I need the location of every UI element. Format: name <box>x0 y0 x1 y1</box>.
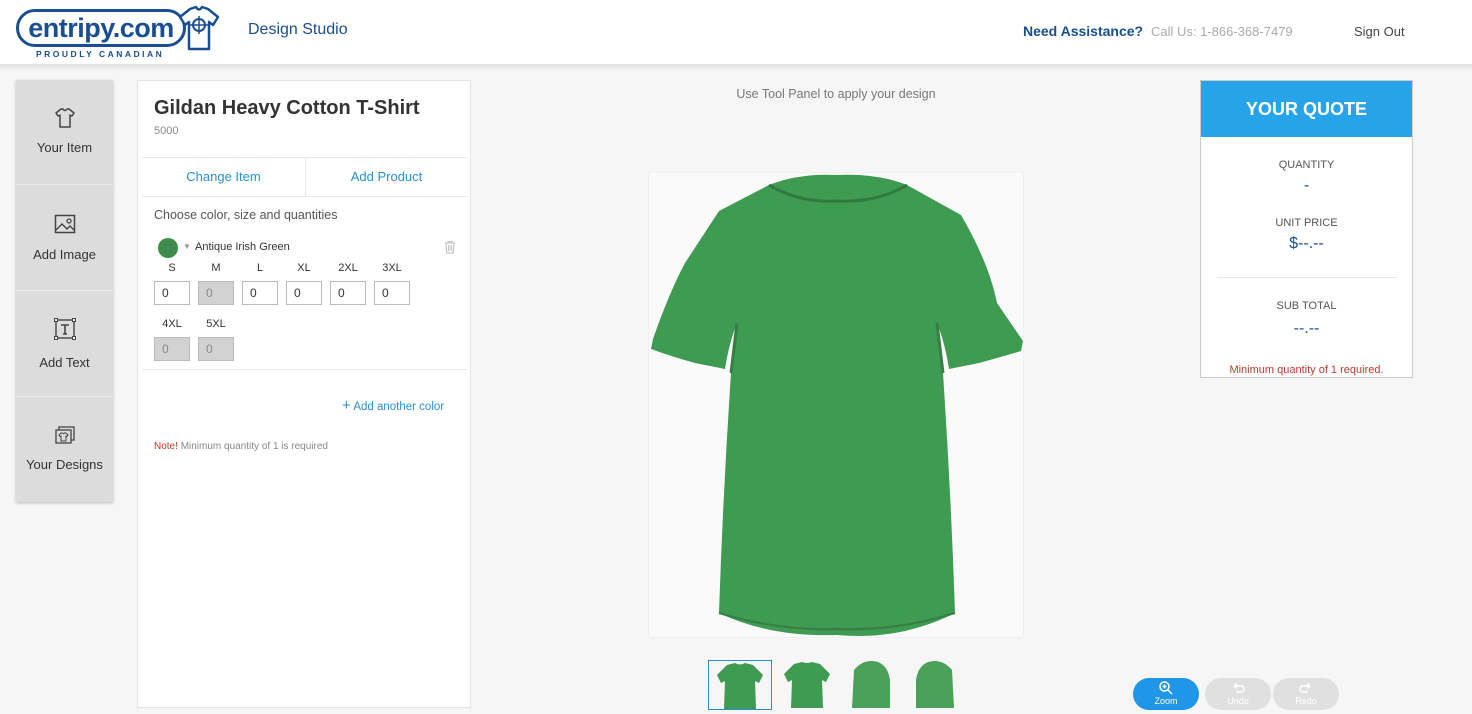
minimum-warning: Minimum quantity of 1 required. <box>1229 364 1384 376</box>
subtotal-label: SUB TOTAL <box>1276 300 1337 312</box>
text-icon <box>54 318 76 340</box>
tool-label: Add Image <box>33 247 96 262</box>
quantity-input-l[interactable]: 0 <box>242 281 278 305</box>
quote-divider <box>1217 277 1397 278</box>
add-another-color-link[interactable]: + Add another color <box>342 397 444 414</box>
logo-tagline: PROUDLY CANADIAN <box>36 49 165 59</box>
undo-button[interactable]: Undo <box>1205 678 1271 710</box>
quantity-input-4xl: 0 <box>154 337 190 361</box>
quote-panel: YOUR QUOTE QUANTITY - UNIT PRICE $--.-- … <box>1200 80 1413 378</box>
zoom-label: Zoom <box>1154 696 1178 706</box>
product-title: Gildan Heavy Cotton T-Shirt <box>154 97 420 119</box>
redo-icon <box>1299 683 1311 693</box>
tool-add-image[interactable]: Add Image <box>16 186 113 291</box>
thumbnail-right-sleeve[interactable] <box>904 660 968 710</box>
tool-your-item[interactable]: Your Item <box>16 80 113 185</box>
need-assistance-link[interactable]: Need Assistance? <box>1023 23 1143 39</box>
undo-label: Undo <box>1227 696 1249 706</box>
size-label: M <box>211 262 221 274</box>
quantity-input-s[interactable]: 0 <box>154 281 190 305</box>
product-code: 5000 <box>154 125 179 137</box>
zoom-icon <box>1159 681 1173 695</box>
quantity-input-5xl: 0 <box>198 337 234 361</box>
quantity-label: QUANTITY <box>1278 159 1335 171</box>
tool-your-designs[interactable]: Your Designs <box>16 397 113 502</box>
redo-button[interactable]: Redo <box>1273 678 1339 710</box>
quote-title: YOUR QUOTE <box>1201 81 1412 137</box>
trash-icon[interactable] <box>444 240 456 254</box>
plus-icon: + <box>342 397 351 414</box>
size-label: 4XL <box>162 318 182 330</box>
size-label: 3XL <box>382 262 402 274</box>
quantity-input-m: 0 <box>198 281 234 305</box>
site-header: entripy.com PROUDLY CANADIAN Design Stud… <box>0 0 1472 65</box>
product-actions: Change Item Add Product <box>142 157 467 197</box>
note-text: Minimum quantity of 1 is required <box>180 441 328 452</box>
design-canvas[interactable] <box>648 172 1024 638</box>
quantity-value: - <box>1303 177 1310 194</box>
unit-price-label: UNIT PRICE <box>1275 217 1338 229</box>
tool-add-text[interactable]: Add Text <box>16 292 113 397</box>
image-icon <box>54 214 76 234</box>
unit-price-value: $--.-- <box>1289 235 1324 252</box>
color-name: Antique Irish Green <box>195 241 290 253</box>
size-label: 2XL <box>338 262 358 274</box>
add-product-button[interactable]: Add Product <box>306 158 467 196</box>
header-shadow <box>0 64 1472 72</box>
designs-icon <box>55 426 75 444</box>
minimum-note: Note! Minimum quantity of 1 is required <box>154 441 328 452</box>
app-title: Design Studio <box>248 21 348 38</box>
zoom-button[interactable]: Zoom <box>1133 678 1199 710</box>
thumbnail-back[interactable] <box>776 660 840 710</box>
change-item-button[interactable]: Change Item <box>142 158 305 196</box>
tool-panel: Your Item Add Image Add Text Your Design… <box>16 80 113 502</box>
note-prefix: Note! <box>154 441 178 452</box>
entripy-logo[interactable]: entripy.com PROUDLY CANADIAN <box>16 3 226 61</box>
tool-label: Your Designs <box>26 457 103 472</box>
choose-instructions: Choose color, size and quantities <box>154 208 338 222</box>
tshirt-icon <box>55 108 75 128</box>
size-label: XL <box>297 262 311 274</box>
product-panel: Gildan Heavy Cotton T-Shirt 5000 Change … <box>137 80 471 708</box>
logo-tshirt-icon <box>178 5 220 51</box>
size-label: 5XL <box>206 318 226 330</box>
redo-label: Redo <box>1295 696 1317 706</box>
tool-label: Add Text <box>39 355 90 370</box>
quantity-input-3xl[interactable]: 0 <box>374 281 410 305</box>
size-label: S <box>168 262 176 274</box>
size-label: L <box>256 262 264 274</box>
subtotal-value: --.-- <box>1293 320 1320 337</box>
caret-down-icon[interactable]: ▼ <box>183 242 191 251</box>
tshirt-front-image <box>651 174 1023 637</box>
undo-icon <box>1233 683 1245 693</box>
quantity-input-2xl[interactable]: 0 <box>330 281 366 305</box>
thumbnail-left-sleeve[interactable] <box>840 660 904 710</box>
quantity-input-xl[interactable]: 0 <box>286 281 322 305</box>
canvas-hint: Use Tool Panel to apply your design <box>736 87 936 101</box>
phone-number: Call Us: 1-866-368-7479 <box>1151 24 1293 39</box>
sign-out-link[interactable]: Sign Out <box>1354 24 1405 39</box>
add-color-label: Add another color <box>353 401 445 413</box>
thumbnail-front[interactable] <box>708 660 772 710</box>
tool-label: Your Item <box>36 140 93 155</box>
divider <box>142 369 467 370</box>
logo-wordmark: entripy.com <box>16 9 186 47</box>
color-swatch[interactable] <box>158 238 178 258</box>
